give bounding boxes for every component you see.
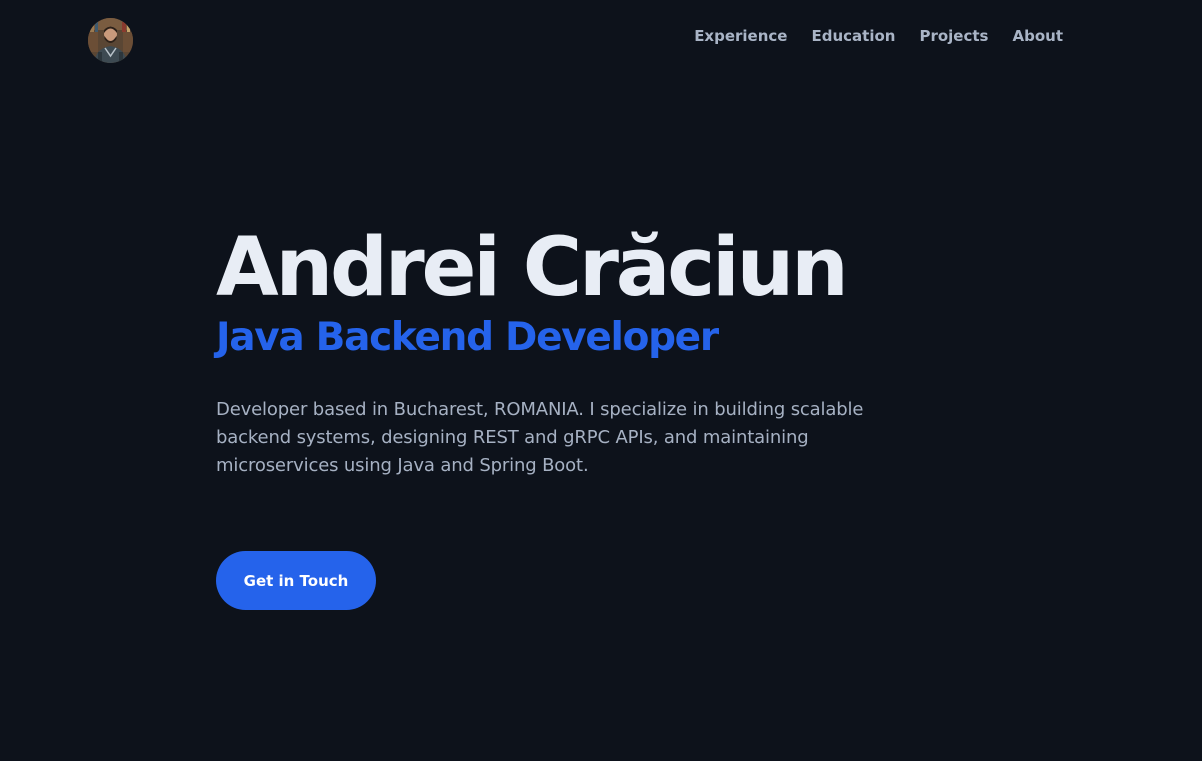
nav-link-education[interactable]: Education xyxy=(811,26,895,46)
site-header: Experience Education Projects About xyxy=(0,0,1202,80)
avatar[interactable] xyxy=(88,18,133,63)
hero-name: Andrei Crăciun xyxy=(216,221,849,315)
nav-link-experience[interactable]: Experience xyxy=(694,26,787,46)
hero-description: Developer based in Bucharest, ROMANIA. I… xyxy=(216,399,864,476)
hero-role: Java Backend Developer xyxy=(216,315,719,360)
nav-link-about[interactable]: About xyxy=(1012,26,1063,46)
profile-photo-icon xyxy=(88,18,133,63)
nav-link-projects[interactable]: Projects xyxy=(919,26,988,46)
get-in-touch-button[interactable]: Get in Touch xyxy=(216,551,376,610)
hero-section: Andrei Crăciun Java Backend Developer De… xyxy=(216,222,976,480)
get-in-touch-label: Get in Touch xyxy=(243,571,349,590)
page: Experience Education Projects About Andr… xyxy=(0,0,1202,761)
main-nav: Experience Education Projects About xyxy=(694,26,1063,46)
